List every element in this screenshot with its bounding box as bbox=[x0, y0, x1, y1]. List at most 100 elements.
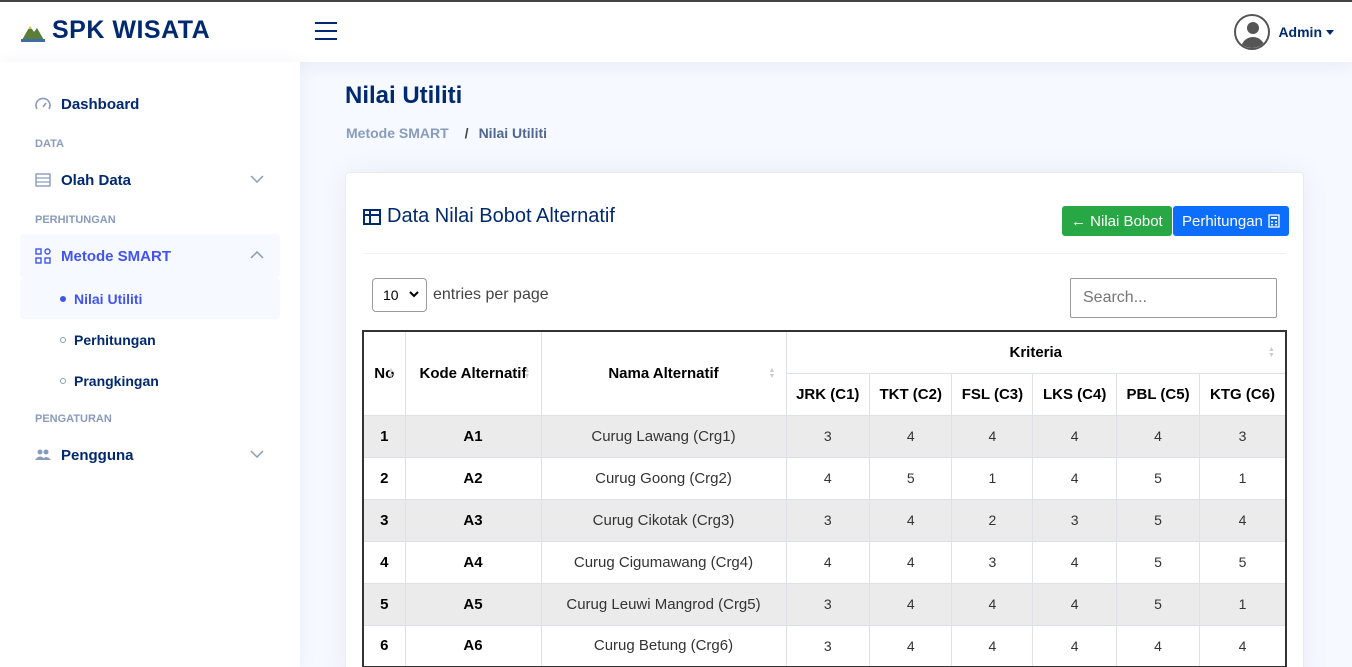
caret-down-icon bbox=[1326, 29, 1334, 35]
column-header-c4: LKS (C4) bbox=[1032, 372, 1117, 416]
sidebar-item-metode-smart[interactable]: Metode SMART bbox=[20, 234, 280, 278]
cell-criteria-value: 4 bbox=[1032, 624, 1117, 667]
cell-criteria-value: 3 bbox=[1032, 498, 1117, 542]
cell-nama: Curug Lawang (Crg1) bbox=[540, 414, 787, 458]
cell-no: 4 bbox=[362, 540, 406, 584]
sidebar-item-pengguna[interactable]: Pengguna bbox=[20, 433, 280, 477]
cell-criteria-value: 4 bbox=[869, 498, 953, 542]
chevron-down-icon bbox=[250, 447, 264, 461]
cell-no: 3 bbox=[362, 498, 406, 542]
perhitungan-button[interactable]: Perhitungan bbox=[1173, 206, 1289, 236]
nilai-bobot-button[interactable]: ← Nilai Bobot bbox=[1062, 206, 1172, 236]
brand-name: SPK WISATA bbox=[52, 16, 211, 44]
bullet-icon bbox=[60, 377, 66, 384]
sidebar-item-olah-data[interactable]: Olah Data bbox=[20, 158, 280, 202]
card-title: Data Nilai Bobot Alternatif bbox=[363, 205, 615, 228]
sidebar-subitem-prangkingan[interactable]: Prangkingan bbox=[20, 360, 280, 401]
speedometer-icon bbox=[35, 96, 51, 112]
cell-criteria-value: 4 bbox=[1032, 456, 1117, 500]
cell-criteria-value: 4 bbox=[1115, 414, 1201, 458]
column-header-c5: PBL (C5) bbox=[1115, 372, 1201, 416]
column-header-c2: TKT (C2) bbox=[869, 372, 953, 416]
cell-criteria-value: 3 bbox=[1199, 414, 1287, 458]
sidebar-item-label: Olah Data bbox=[61, 171, 132, 189]
cell-criteria-value: 4 bbox=[869, 414, 953, 458]
cell-criteria-value: 4 bbox=[1032, 414, 1117, 458]
sidebar-subitem-perhitungan[interactable]: Perhitungan bbox=[20, 319, 280, 360]
top-header: SPK WISATA Admin bbox=[0, 0, 1352, 62]
cell-nama: Curug Goong (Crg2) bbox=[540, 456, 787, 500]
cell-no: 5 bbox=[362, 582, 406, 626]
entries-select[interactable]: 10 bbox=[372, 278, 427, 312]
cell-criteria-value: 5 bbox=[869, 456, 953, 500]
column-header-c6: KTG (C6) bbox=[1199, 372, 1287, 416]
cell-criteria-value: 5 bbox=[1115, 540, 1201, 584]
cell-nama: Curug Cigumawang (Crg4) bbox=[540, 540, 787, 584]
table-row: 3 A3 Curug Cikotak (Crg3) 3 4 2 3 5 4 bbox=[362, 498, 1287, 542]
cell-criteria-value: 3 bbox=[785, 498, 871, 542]
breadcrumb: Metode SMART / Nilai Utiliti bbox=[346, 125, 547, 141]
people-icon bbox=[35, 447, 51, 463]
column-header-no[interactable]: No bbox=[362, 330, 406, 416]
divider bbox=[363, 253, 1286, 254]
sidebar-item-label: Dashboard bbox=[61, 95, 140, 113]
column-header-kriteria[interactable]: Kriteria bbox=[785, 330, 1287, 374]
cell-criteria-value: 4 bbox=[1032, 582, 1117, 626]
cell-criteria-value: 5 bbox=[1115, 582, 1201, 626]
breadcrumb-current: Nilai Utiliti bbox=[478, 125, 548, 141]
breadcrumb-separator: / bbox=[464, 125, 469, 141]
button-label: Perhitungan bbox=[1182, 212, 1263, 230]
cell-criteria-value: 3 bbox=[785, 624, 871, 667]
cell-nama: Curug Leuwi Mangrod (Crg5) bbox=[540, 582, 787, 626]
cell-criteria-value: 5 bbox=[1115, 456, 1201, 500]
cell-criteria-value: 4 bbox=[951, 414, 1034, 458]
breadcrumb-link[interactable]: Metode SMART bbox=[346, 125, 449, 141]
cell-kode: A3 bbox=[404, 498, 542, 542]
cell-kode: A2 bbox=[404, 456, 542, 500]
cell-criteria-value: 4 bbox=[869, 624, 953, 667]
menu-toggle-icon[interactable] bbox=[315, 22, 337, 40]
entries-label: entries per page bbox=[433, 286, 549, 303]
nav-heading-perhitungan: PERHITUNGAN bbox=[35, 214, 116, 226]
sidebar-subitem-nilai-utiliti[interactable]: Nilai Utiliti bbox=[20, 278, 280, 319]
table-row: 5 A5 Curug Leuwi Mangrod (Crg5) 3 4 4 4 5 1 bbox=[362, 582, 1287, 626]
column-header-nama[interactable]: Nama Alternatif bbox=[540, 330, 787, 416]
cell-kode: A5 bbox=[404, 582, 542, 626]
sidebar-subitem-label: Perhitungan bbox=[74, 331, 156, 348]
cell-criteria-value: 5 bbox=[1115, 498, 1201, 542]
cell-criteria-value: 4 bbox=[869, 540, 953, 584]
table-row: 2 A2 Curug Goong (Crg2) 4 5 1 4 5 1 bbox=[362, 456, 1287, 500]
sidebar-item-dashboard[interactable]: Dashboard bbox=[20, 82, 280, 126]
cell-criteria-value: 4 bbox=[1199, 498, 1287, 542]
data-card: Data Nilai Bobot Alternatif ← Nilai Bobo… bbox=[345, 172, 1304, 667]
entries-value: 10 bbox=[383, 287, 399, 303]
column-header-c1: JRK (C1) bbox=[785, 372, 871, 416]
data-table: No Kode Alternatif Nama Alternatif Krite… bbox=[362, 330, 1287, 667]
sidebar: Dashboard DATA Olah Data PERHITUNGAN Met… bbox=[0, 62, 300, 667]
chevron-up-icon bbox=[250, 248, 264, 262]
cell-no: 6 bbox=[362, 624, 406, 667]
table-row: 4 A4 Curug Cigumawang (Crg4) 4 4 3 4 5 5 bbox=[362, 540, 1287, 584]
cell-kode: A4 bbox=[404, 540, 542, 584]
cell-criteria-value: 4 bbox=[869, 582, 953, 626]
cell-criteria-value: 4 bbox=[785, 456, 871, 500]
table-row: 1 A1 Curug Lawang (Crg1) 3 4 4 4 4 3 bbox=[362, 414, 1287, 458]
cell-criteria-value: 1 bbox=[1199, 582, 1287, 626]
sidebar-subitem-label: Prangkingan bbox=[74, 372, 159, 389]
cell-kode: A1 bbox=[404, 414, 542, 458]
column-header-kode[interactable]: Kode Alternatif bbox=[404, 330, 542, 416]
grid-icon bbox=[35, 248, 51, 264]
avatar bbox=[1234, 14, 1271, 50]
cell-criteria-value: 5 bbox=[1199, 540, 1287, 584]
bullet-icon bbox=[60, 295, 66, 302]
nav-heading-data: DATA bbox=[35, 138, 64, 150]
cell-kode: A6 bbox=[404, 624, 542, 667]
brand-logo[interactable]: SPK WISATA bbox=[20, 16, 210, 45]
cell-criteria-value: 2 bbox=[951, 498, 1034, 542]
calculator-icon bbox=[1268, 214, 1280, 228]
cell-criteria-value: 3 bbox=[785, 582, 871, 626]
cell-criteria-value: 3 bbox=[951, 540, 1034, 584]
search-input[interactable] bbox=[1070, 278, 1277, 318]
user-menu[interactable]: Admin bbox=[1234, 14, 1334, 50]
sidebar-subitem-label: Nilai Utiliti bbox=[74, 290, 143, 307]
